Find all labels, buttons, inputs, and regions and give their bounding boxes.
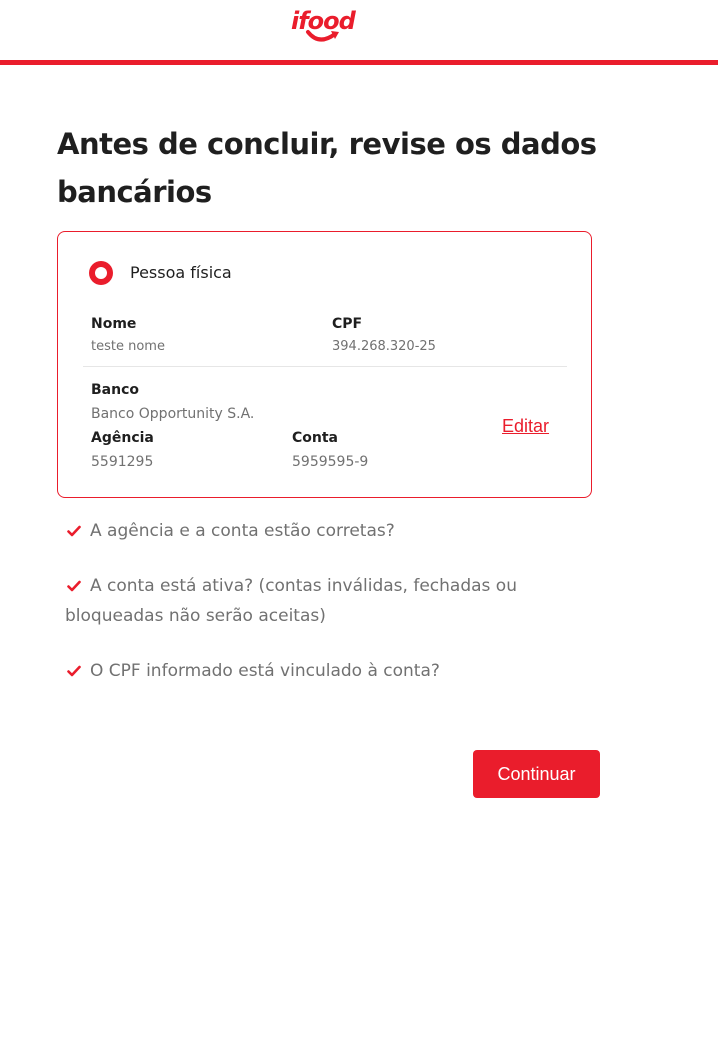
- smile-icon: [306, 30, 339, 42]
- name-label: Nome: [91, 316, 137, 332]
- header: ifood: [0, 0, 718, 65]
- divider: [83, 366, 567, 367]
- person-type-label: Pessoa física: [130, 263, 232, 282]
- radio-selected-icon[interactable]: [89, 261, 113, 285]
- continue-button[interactable]: Continuar: [473, 750, 600, 798]
- checklist-item-text: A conta está ativa? (contas inválidas, f…: [65, 576, 517, 626]
- cpf-value: 394.268.320-25: [332, 339, 436, 354]
- checklist-item-text: A agência e a conta estão corretas?: [90, 521, 395, 541]
- agency-value: 5591295: [91, 454, 154, 470]
- bank-details-card: Pessoa física Nome teste nome CPF 394.26…: [57, 231, 592, 498]
- checklist: A agência e a conta estão corretas? A co…: [65, 516, 545, 711]
- check-icon: [67, 665, 81, 677]
- check-icon: [67, 525, 81, 537]
- page-title: Antes de concluir, revise os dados bancá…: [57, 127, 597, 209]
- account-label: Conta: [292, 430, 338, 446]
- agency-label: Agência: [91, 430, 154, 446]
- checklist-item: O CPF informado está vinculado à conta?: [65, 656, 545, 686]
- radio-dot: [95, 267, 107, 279]
- bank-label: Banco: [91, 382, 140, 398]
- bank-value: Banco Opportunity S.A.: [91, 406, 255, 422]
- check-icon: [67, 580, 81, 592]
- ifood-logo[interactable]: ifood: [291, 6, 359, 50]
- cpf-label: CPF: [332, 316, 363, 332]
- checklist-item: A conta está ativa? (contas inválidas, f…: [65, 571, 545, 631]
- edit-link[interactable]: Editar: [502, 415, 549, 437]
- name-value: teste nome: [91, 339, 165, 354]
- account-value: 5959595-9: [292, 454, 369, 470]
- checklist-item: A agência e a conta estão corretas?: [65, 516, 545, 546]
- checklist-item-text: O CPF informado está vinculado à conta?: [90, 661, 440, 681]
